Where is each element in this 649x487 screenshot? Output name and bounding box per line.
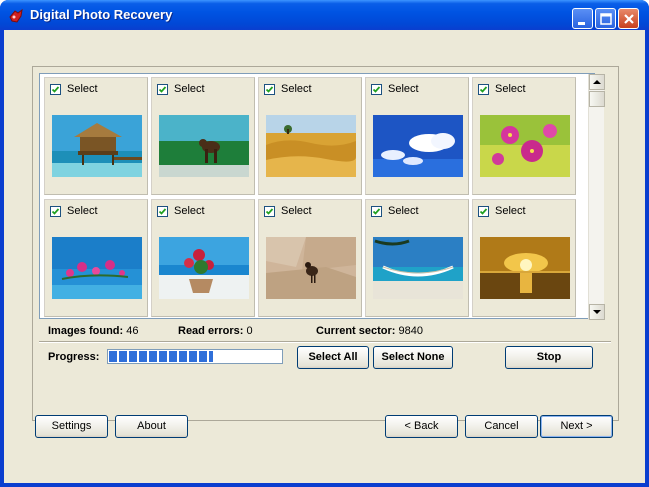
maximize-icon — [600, 13, 612, 25]
divider — [39, 341, 611, 343]
photo-thumbnail[interactable] — [266, 115, 356, 177]
select-label[interactable]: Select — [67, 205, 98, 217]
photo-thumbnail[interactable] — [373, 237, 463, 299]
cancel-button[interactable]: Cancel — [465, 415, 538, 438]
about-button[interactable]: About — [115, 415, 188, 438]
thumbnail-cell[interactable]: Select — [365, 77, 469, 195]
photo-thumbnail[interactable] — [52, 115, 142, 177]
checkmark-icon — [265, 86, 274, 93]
progress-fill — [109, 351, 213, 362]
select-checkbox[interactable] — [264, 84, 275, 95]
thumbnail-cell[interactable]: Select — [472, 199, 576, 317]
title-bar[interactable]: Digital Photo Recovery — [0, 0, 649, 30]
photo-thumbnail[interactable] — [159, 237, 249, 299]
images-found-value: 46 — [126, 325, 139, 337]
checkmark-icon — [265, 208, 274, 215]
checkmark-icon — [479, 208, 488, 215]
select-checkbox[interactable] — [157, 206, 168, 217]
select-checkbox[interactable] — [478, 206, 489, 217]
thumbnail-cell[interactable]: Select — [258, 77, 362, 195]
checkmark-icon — [158, 208, 167, 215]
select-label[interactable]: Select — [174, 205, 205, 217]
select-label[interactable]: Select — [174, 83, 205, 95]
images-found-label: Images found: — [48, 325, 124, 337]
settings-button[interactable]: Settings — [35, 415, 108, 438]
close-icon — [624, 14, 634, 24]
select-checkbox[interactable] — [371, 84, 382, 95]
maximize-button[interactable] — [595, 8, 616, 29]
window-title: Digital Photo Recovery — [30, 7, 173, 22]
back-button[interactable]: < Back — [385, 415, 458, 438]
read-errors-label: Read errors: — [178, 325, 244, 337]
select-checkbox[interactable] — [157, 84, 168, 95]
results-panel: Select Select Select Select Select Select Sele… — [32, 66, 619, 421]
thumbnail-cell[interactable]: Select — [44, 199, 148, 317]
select-label[interactable]: Select — [388, 83, 419, 95]
checkmark-icon — [158, 86, 167, 93]
scroll-thumb[interactable] — [589, 91, 605, 107]
progress-label: Progress: — [48, 351, 100, 363]
current-sector: Current sector: 9840 — [316, 325, 423, 337]
photo-thumbnail[interactable] — [480, 237, 570, 299]
progress-bar — [107, 349, 283, 364]
select-label[interactable]: Select — [281, 83, 312, 95]
checkmark-icon — [479, 86, 488, 93]
images-found: Images found: 46 — [48, 325, 138, 337]
scroll-up-icon — [593, 80, 601, 84]
photo-thumbnail[interactable] — [266, 237, 356, 299]
app-window: Digital Photo Recovery Select Select Selec… — [0, 0, 649, 487]
select-label[interactable]: Select — [495, 83, 526, 95]
current-sector-value: 9840 — [398, 325, 424, 337]
read-errors: Read errors: 0 — [178, 325, 253, 337]
select-checkbox[interactable] — [264, 206, 275, 217]
select-checkbox[interactable] — [50, 206, 61, 217]
scroll-down-icon — [593, 310, 601, 314]
select-label[interactable]: Select — [67, 83, 98, 95]
select-label[interactable]: Select — [495, 205, 526, 217]
window-client-area: Select Select Select Select Select Select Sele… — [4, 30, 645, 483]
next-button[interactable]: Next > — [540, 415, 613, 438]
read-errors-value: 0 — [246, 325, 253, 337]
thumbnail-cell[interactable]: Select — [151, 77, 255, 195]
stop-button[interactable]: Stop — [505, 346, 593, 369]
thumbnail-cell[interactable]: Select — [151, 199, 255, 317]
select-checkbox[interactable] — [478, 84, 489, 95]
thumbnail-cell[interactable]: Select — [472, 77, 576, 195]
checkmark-icon — [372, 86, 381, 93]
app-icon — [8, 8, 24, 24]
checkmark-icon — [51, 208, 60, 215]
close-button[interactable] — [618, 8, 639, 29]
select-label[interactable]: Select — [388, 205, 419, 217]
select-checkbox[interactable] — [371, 206, 382, 217]
photo-thumbnail[interactable] — [480, 115, 570, 177]
scroll-up-button[interactable] — [589, 74, 605, 90]
minimize-icon — [578, 22, 585, 25]
checkmark-icon — [51, 86, 60, 93]
photo-thumbnail[interactable] — [52, 237, 142, 299]
select-all-button[interactable]: Select All — [297, 346, 369, 369]
select-none-button[interactable]: Select None — [373, 346, 453, 369]
photo-thumbnail[interactable] — [373, 115, 463, 177]
thumbnail-grid[interactable]: Select Select Select Select Select Select Sele… — [39, 73, 605, 320]
select-label[interactable]: Select — [281, 205, 312, 217]
checkmark-icon — [372, 208, 381, 215]
photo-thumbnail[interactable] — [159, 115, 249, 177]
current-sector-label: Current sector: — [316, 325, 396, 337]
vertical-scrollbar[interactable] — [588, 74, 605, 320]
minimize-button[interactable] — [572, 8, 593, 29]
scroll-down-button[interactable] — [589, 304, 605, 320]
thumbnail-cell[interactable]: Select — [365, 199, 469, 317]
thumbnail-cell[interactable]: Select — [258, 199, 362, 317]
thumbnail-cell[interactable]: Select — [44, 77, 148, 195]
select-checkbox[interactable] — [50, 84, 61, 95]
